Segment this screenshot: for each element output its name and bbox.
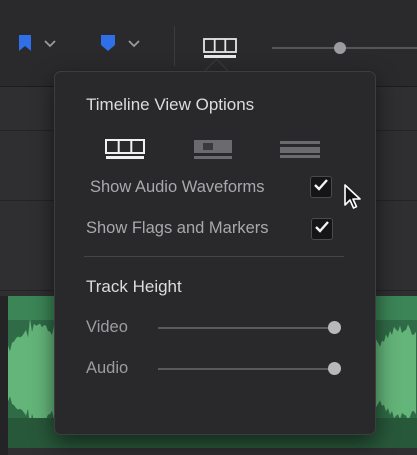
single-track-icon[interactable]: [278, 138, 322, 160]
slider-thumb[interactable]: [328, 321, 341, 334]
popover-divider: [84, 256, 344, 257]
popover-title: Timeline View Options: [86, 95, 255, 114]
checkmark-icon: [313, 178, 329, 197]
video-height-slider[interactable]: [158, 320, 341, 336]
show-flags-and-markers-row[interactable]: Show Flags and Markers: [86, 216, 269, 240]
slider-track: [158, 368, 334, 370]
chevron-down-icon: [44, 35, 56, 53]
audio-height-label: Audio: [86, 359, 129, 377]
timeline-tabs-icon[interactable]: [192, 138, 236, 160]
timeline-view-options-popover: [54, 71, 376, 435]
stacked-timeline-icon[interactable]: [104, 138, 148, 160]
marker-dropdown-button[interactable]: [100, 34, 140, 56]
audio-height-slider[interactable]: [158, 361, 341, 377]
checkmark-icon: [314, 220, 330, 239]
slider-thumb[interactable]: [328, 362, 341, 375]
timeline-view-options-button[interactable]: [198, 37, 242, 61]
zoom-slider-thumb[interactable]: [333, 42, 346, 54]
flag-dropdown-button[interactable]: [18, 34, 56, 56]
show-audio-waveforms-row[interactable]: Show Audio Waveforms: [90, 175, 265, 199]
marker-icon: [100, 34, 116, 57]
mouse-pointer-icon: [343, 183, 363, 211]
flag-icon: [18, 34, 32, 57]
audio-track-edge: [0, 296, 8, 455]
track-height-title: Track Height: [86, 277, 182, 296]
video-height-label: Video: [86, 318, 128, 336]
timeline-zoom-slider[interactable]: [272, 40, 417, 56]
show-audio-waveforms-label: Show Audio Waveforms: [90, 177, 265, 196]
show-flags-and-markers-checkbox[interactable]: [311, 218, 333, 240]
slider-track: [158, 327, 334, 329]
toolbar-separator: [174, 26, 175, 66]
show-audio-waveforms-checkbox[interactable]: [310, 176, 332, 198]
show-flags-and-markers-label: Show Flags and Markers: [86, 218, 269, 237]
chevron-down-icon: [128, 35, 140, 53]
